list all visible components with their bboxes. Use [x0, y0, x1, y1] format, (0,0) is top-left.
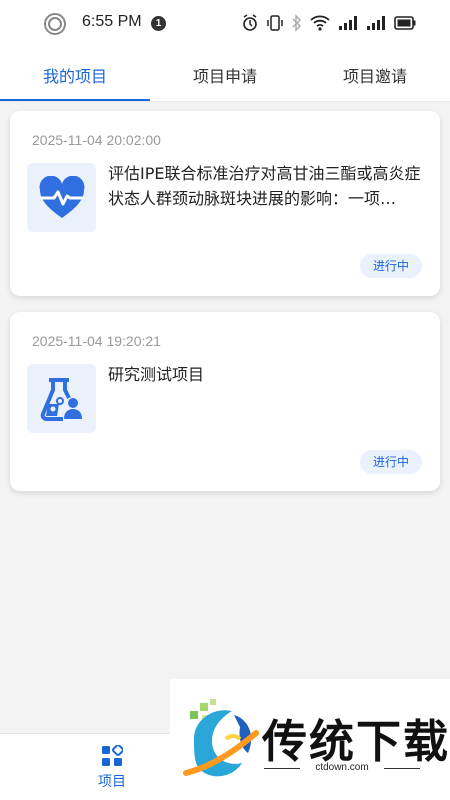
status-bar: 6:55 PM 1	[0, 0, 450, 48]
heart-pulse-icon	[27, 163, 96, 232]
project-date: 2025-11-04 20:02:00	[32, 132, 161, 148]
project-card[interactable]: 2025-11-04 20:02:00 评估IPE联合标准治疗对高甘油三酯或高炎…	[10, 111, 440, 296]
wifi-icon	[310, 15, 330, 31]
bluetooth-icon	[292, 14, 301, 32]
status-badge: 进行中	[360, 254, 422, 278]
notification-badge: 1	[151, 16, 166, 31]
project-title: 评估IPE联合标准治疗对高甘油三酯或高炎症状态人群颈动脉斑块进展的影响：一项…	[108, 164, 421, 208]
flask-person-icon	[27, 364, 96, 433]
tab-bar: 我的项目 项目申请 项目邀请	[0, 48, 450, 102]
status-badge: 进行中	[360, 450, 422, 474]
project-title: 研究测试项目	[108, 365, 205, 384]
tab-my-projects[interactable]: 我的项目	[0, 48, 150, 102]
signal-icon	[339, 16, 357, 30]
grid-icon	[102, 744, 123, 766]
nav-item-projects[interactable]: 项目	[80, 734, 144, 800]
vibrate-icon	[267, 15, 283, 31]
status-icons	[242, 14, 416, 32]
project-card[interactable]: 2025-11-04 19:20:21 研究测试项目 进行中	[10, 312, 440, 491]
status-time: 6:55 PM	[82, 13, 142, 30]
tab-project-applications[interactable]: 项目申请	[150, 48, 300, 102]
watermark-logo-icon	[183, 699, 259, 777]
signal-icon	[367, 16, 385, 30]
watermark-text: 传统下载	[262, 715, 450, 768]
nav-label-projects: 项目	[98, 773, 126, 790]
active-tab-indicator	[0, 99, 150, 101]
battery-icon	[394, 16, 416, 30]
watermark-divider	[384, 768, 420, 769]
watermark: 传统下载 ctdown.com	[170, 679, 450, 800]
alarm-icon	[243, 14, 257, 31]
tab-project-invitations[interactable]: 项目邀请	[300, 48, 450, 102]
assistant-icon	[44, 13, 66, 35]
project-date: 2025-11-04 19:20:21	[32, 333, 161, 349]
